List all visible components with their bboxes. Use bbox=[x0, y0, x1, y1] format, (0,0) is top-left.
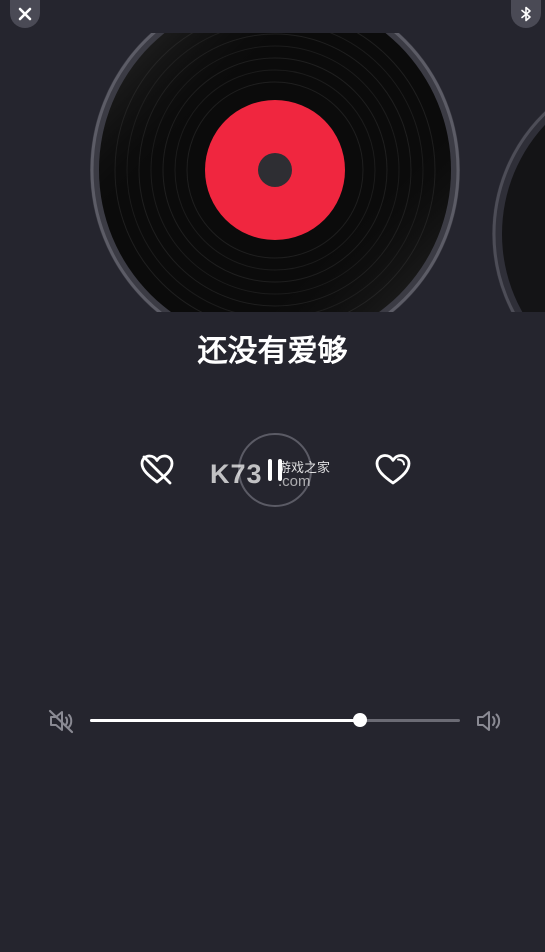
dislike-button[interactable] bbox=[136, 449, 178, 491]
volume-slider-fill bbox=[90, 719, 361, 722]
volume-slider-track[interactable] bbox=[90, 713, 460, 727]
bluetooth-icon bbox=[521, 6, 531, 22]
record-spindle-hole bbox=[258, 153, 292, 187]
player-screen: 还没有爱够 K73 .com 游戏之家 bbox=[0, 0, 545, 952]
next-vinyl-record[interactable] bbox=[492, 64, 545, 312]
bluetooth-button[interactable] bbox=[511, 0, 541, 28]
close-icon bbox=[18, 7, 32, 21]
volume-mute-icon[interactable] bbox=[48, 708, 76, 734]
heart-icon bbox=[375, 454, 411, 485]
song-title: 还没有爱够 bbox=[197, 334, 348, 369]
volume-slider-thumb[interactable] bbox=[353, 713, 368, 727]
pause-icon bbox=[265, 459, 285, 481]
pause-button[interactable] bbox=[238, 433, 312, 507]
record-carousel bbox=[0, 33, 545, 312]
close-button[interactable] bbox=[10, 0, 40, 28]
heart-broken-icon bbox=[140, 454, 174, 485]
volume-control bbox=[0, 700, 545, 740]
vinyl-record[interactable] bbox=[90, 33, 460, 312]
like-button[interactable] bbox=[372, 449, 414, 491]
volume-up-icon[interactable] bbox=[475, 708, 503, 734]
